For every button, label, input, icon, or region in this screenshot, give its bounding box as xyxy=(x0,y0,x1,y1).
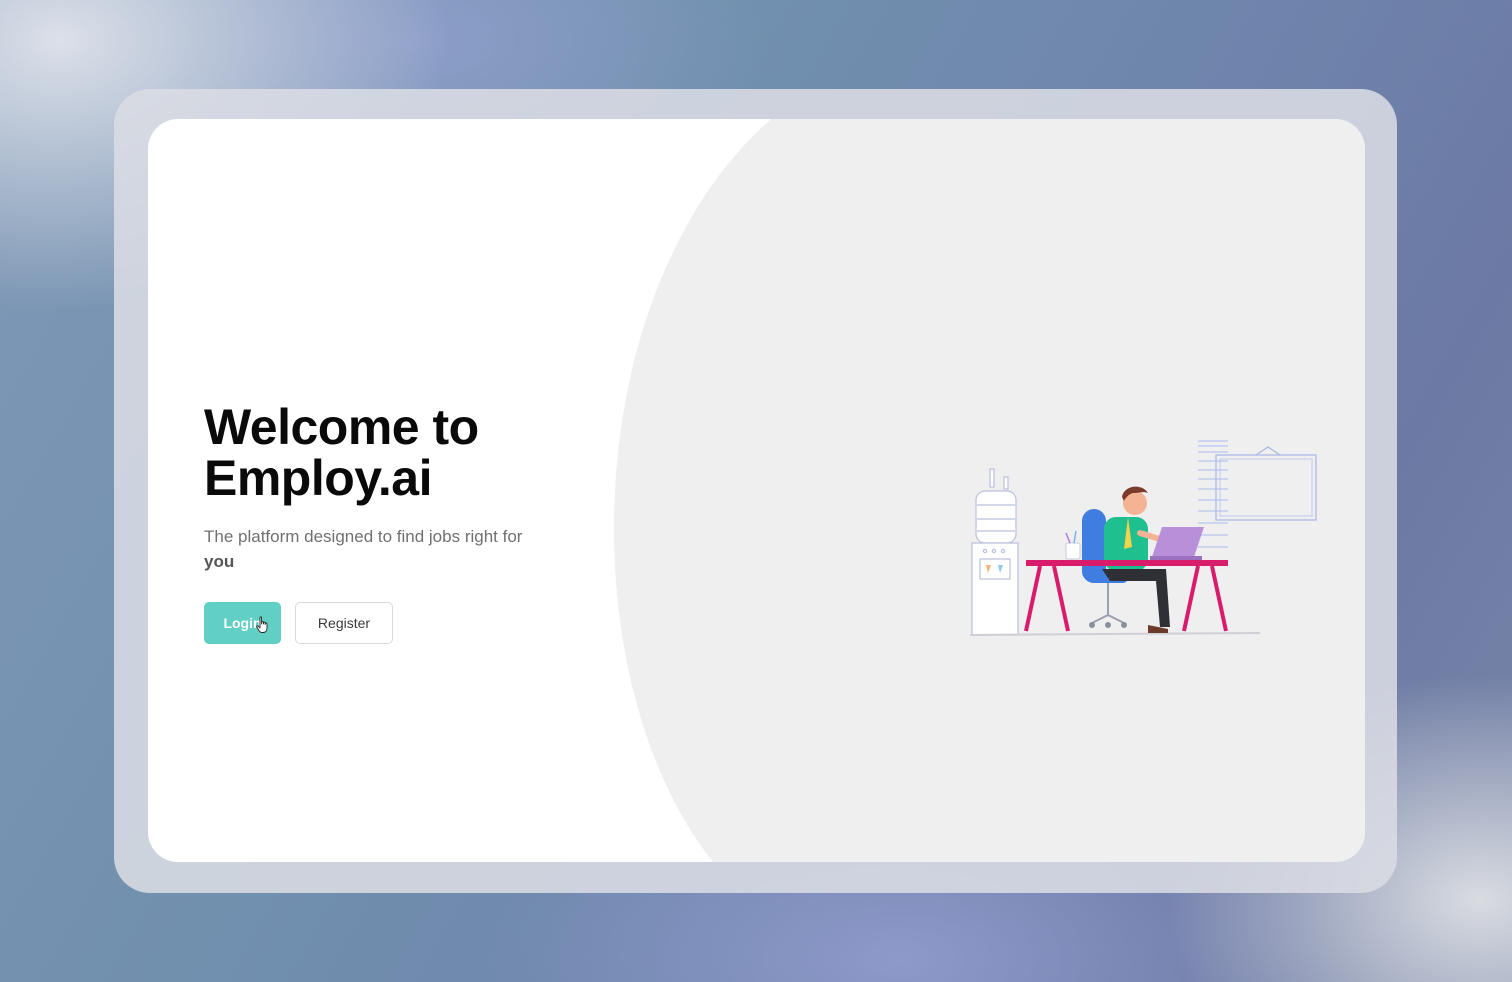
hero-section: Welcome to Employ.ai The platform design… xyxy=(204,402,624,644)
landing-page: Welcome to Employ.ai The platform design… xyxy=(148,119,1365,862)
subtitle-emphasis: you xyxy=(204,552,235,571)
title-line-2: Employ.ai xyxy=(204,450,432,506)
pen-cup xyxy=(1065,530,1081,560)
page-title: Welcome to Employ.ai xyxy=(204,402,624,504)
hand-pointer-icon xyxy=(256,616,268,633)
wall-board xyxy=(1215,446,1317,521)
office-worker-illustration xyxy=(970,440,1317,636)
register-button[interactable]: Register xyxy=(295,602,393,644)
page-subtitle: The platform designed to find jobs right… xyxy=(204,524,574,574)
login-button[interactable]: Login xyxy=(204,602,281,644)
laptop xyxy=(1150,527,1204,560)
action-buttons: Login Register xyxy=(204,602,624,644)
subtitle-text: The platform designed to find jobs right… xyxy=(204,527,523,546)
water-cooler xyxy=(971,468,1019,636)
register-button-label: Register xyxy=(317,615,371,631)
title-line-1: Welcome to xyxy=(204,399,479,455)
